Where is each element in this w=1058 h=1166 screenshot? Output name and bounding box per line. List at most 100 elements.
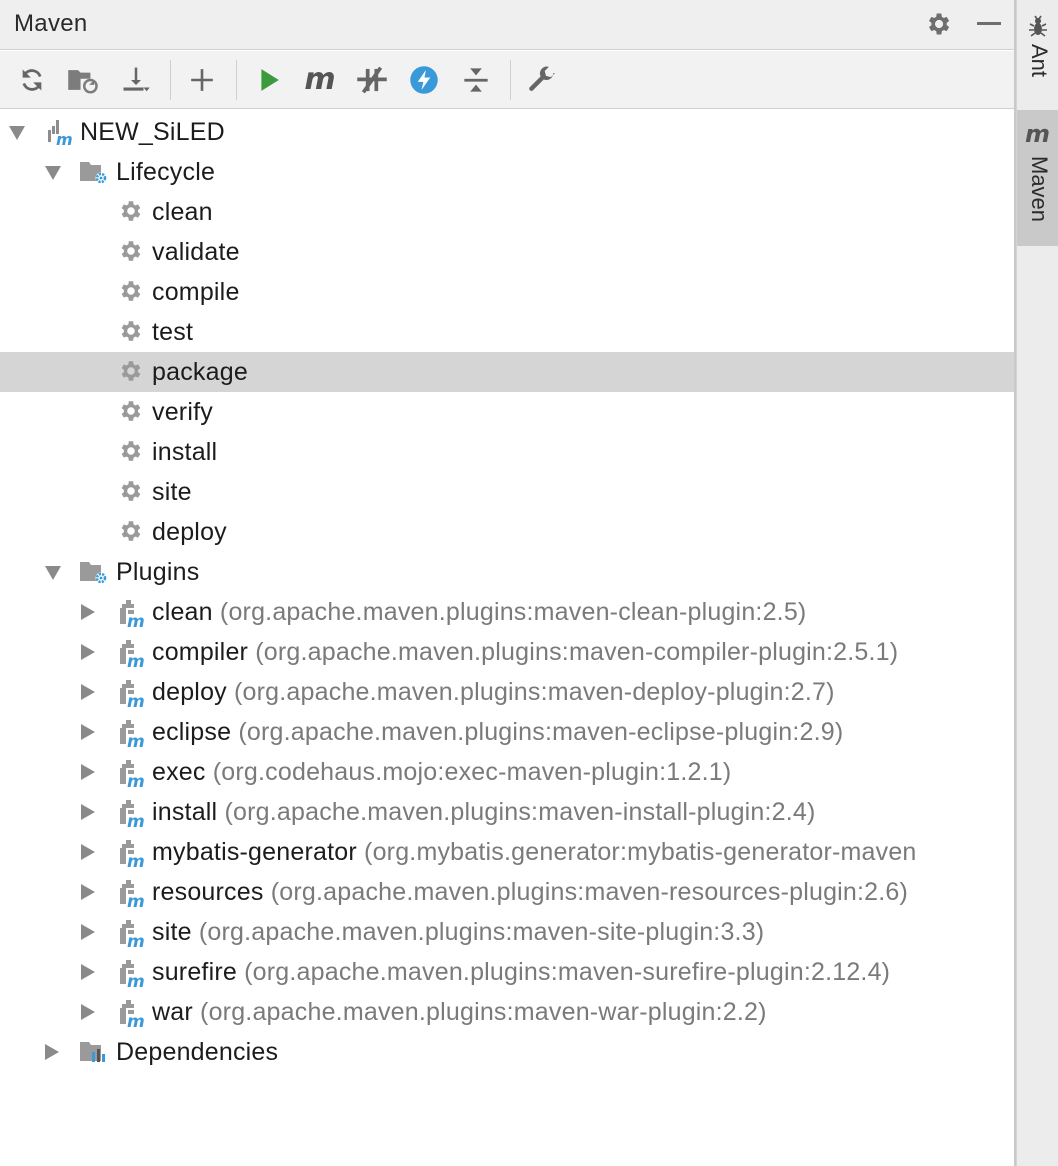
tree-item-label: install (org.apache.maven.plugins:maven-… [152, 798, 816, 826]
minimize-icon[interactable] [977, 22, 1001, 25]
lifecycle-goal-site[interactable]: site [0, 472, 1014, 512]
tree-item-label: mybatis-generator (org.mybatis.generator… [152, 838, 917, 866]
strip-tab-ant[interactable]: Ant [1017, 0, 1058, 88]
dependencies-folder-icon [79, 1038, 107, 1066]
plugin-resources[interactable]: m resources (org.apache.maven.plugins:mav… [0, 872, 1014, 912]
maven-tool-window: Maven m m NEW_SiLED Lifecycle clean vali… [0, 0, 1016, 1166]
svg-text:m: m [127, 1012, 145, 1028]
tree-item-label: deploy [152, 518, 227, 546]
expand-arrow-right-icon[interactable] [81, 1004, 95, 1020]
svg-text:m: m [127, 732, 145, 748]
tree-item-label: verify [152, 398, 213, 426]
tree-item-label: deploy (org.apache.maven.plugins:maven-d… [152, 678, 835, 706]
lifecycle-goal-compile[interactable]: compile [0, 272, 1014, 312]
svg-text:m: m [127, 692, 145, 708]
expand-arrow-right-icon[interactable] [81, 884, 95, 900]
gear-icon [117, 318, 145, 346]
plugin-eclipse[interactable]: m eclipse (org.apache.maven.plugins:maven… [0, 712, 1014, 752]
offline-mode-icon[interactable] [407, 63, 441, 97]
plugin-coordinates: (org.apache.maven.plugins:maven-install-… [224, 798, 816, 826]
plugin-surefire[interactable]: m surefire (org.apache.maven.plugins:mave… [0, 952, 1014, 992]
collapse-all-icon[interactable] [459, 63, 493, 97]
tree-node-lifecycle[interactable]: Lifecycle [0, 152, 1014, 192]
run-icon[interactable] [252, 63, 286, 97]
plugin-deploy[interactable]: m deploy (org.apache.maven.plugins:maven-… [0, 672, 1014, 712]
plugin-compiler[interactable]: m compiler (org.apache.maven.plugins:mave… [0, 632, 1014, 672]
plugins-folder-icon [79, 558, 107, 586]
gear-icon [117, 438, 145, 466]
gear-icon [117, 518, 145, 546]
plugin-clean[interactable]: m clean (org.apache.maven.plugins:maven-c… [0, 592, 1014, 632]
add-icon[interactable] [185, 63, 219, 97]
expand-arrow-right-icon[interactable] [81, 924, 95, 940]
tree-item-label: resources (org.apache.maven.plugins:mave… [152, 878, 909, 906]
expand-arrow-down-icon[interactable] [9, 126, 25, 140]
skip-tests-icon[interactable] [355, 63, 389, 97]
strip-tab-maven-label: Maven [1027, 156, 1052, 223]
lifecycle-goal-test[interactable]: test [0, 312, 1014, 352]
plugin-coordinates: (org.apache.maven.plugins:maven-compiler… [255, 638, 899, 666]
svg-text:m: m [127, 932, 145, 948]
execute-goal-icon[interactable]: m [303, 63, 337, 97]
expand-arrow-right-icon[interactable] [81, 724, 95, 740]
plugin-coordinates: (org.codehaus.mojo:exec-maven-plugin:1.2… [212, 758, 732, 786]
lifecycle-goal-clean[interactable]: clean [0, 192, 1014, 232]
download-icon[interactable] [119, 63, 153, 97]
plugin-coordinates: (org.mybatis.generator:mybatis-generator… [364, 838, 917, 866]
lifecycle-goal-validate[interactable]: validate [0, 232, 1014, 272]
reload-all-icon[interactable] [15, 63, 49, 97]
lifecycle-goal-install[interactable]: install [0, 432, 1014, 472]
right-tool-strip: Ant m Maven [1016, 0, 1058, 1166]
expand-arrow-right-icon[interactable] [81, 964, 95, 980]
tree-item-label: Plugins [116, 558, 200, 586]
tree-node-plugins[interactable]: Plugins [0, 552, 1014, 592]
svg-text:m: m [127, 892, 145, 908]
expand-arrow-right-icon[interactable] [81, 684, 95, 700]
expand-arrow-down-icon[interactable] [45, 166, 61, 180]
svg-text:m: m [127, 652, 145, 668]
gear-icon [117, 478, 145, 506]
tree-item-label: exec (org.codehaus.mojo:exec-maven-plugi… [152, 758, 732, 786]
tree-item-label: validate [152, 238, 240, 266]
expand-arrow-right-icon[interactable] [81, 804, 95, 820]
settings-gear-icon[interactable] [924, 10, 952, 38]
lifecycle-folder-icon [79, 158, 107, 186]
lifecycle-goal-deploy[interactable]: deploy [0, 512, 1014, 552]
plugin-war[interactable]: m war (org.apache.maven.plugins:maven-war… [0, 992, 1014, 1032]
expand-arrow-right-icon[interactable] [81, 604, 95, 620]
tree-node-dependencies[interactable]: Dependencies [0, 1032, 1014, 1072]
maven-m-icon: m [1025, 120, 1051, 148]
lifecycle-goal-package[interactable]: package [0, 352, 1014, 392]
settings-wrench-icon[interactable] [525, 63, 559, 97]
tree-item-label: compile [152, 278, 240, 306]
plugin-coordinates: (org.apache.maven.plugins:maven-deploy-p… [234, 678, 835, 706]
tree-item-label: Dependencies [116, 1038, 279, 1066]
tree-item-label: install [152, 438, 218, 466]
maven-plugin-icon: m [116, 958, 145, 992]
tree-node-project[interactable]: m NEW_SiLED [0, 112, 1014, 152]
strip-tab-ant-label: Ant [1027, 44, 1052, 78]
expand-arrow-right-icon[interactable] [81, 844, 95, 860]
expand-arrow-right-icon[interactable] [81, 644, 95, 660]
ant-icon [1026, 14, 1050, 38]
plugin-install[interactable]: m install (org.apache.maven.plugins:maven… [0, 792, 1014, 832]
expand-arrow-right-icon[interactable] [45, 1044, 59, 1060]
svg-text:m: m [56, 130, 73, 146]
plugin-coordinates: (org.apache.maven.plugins:maven-clean-pl… [219, 598, 807, 626]
plugin-coordinates: (org.apache.maven.plugins:maven-site-plu… [198, 918, 765, 946]
maven-project-icon: m [46, 118, 74, 149]
maven-plugin-icon: m [116, 598, 145, 632]
svg-text:m: m [127, 612, 145, 628]
gear-icon [117, 278, 145, 306]
strip-tab-maven[interactable]: m Maven [1017, 110, 1058, 246]
generate-sources-icon[interactable] [66, 63, 100, 97]
expand-arrow-right-icon[interactable] [81, 764, 95, 780]
expand-arrow-down-icon[interactable] [45, 566, 61, 580]
plugin-site[interactable]: m site (org.apache.maven.plugins:maven-si… [0, 912, 1014, 952]
tree-item-label: test [152, 318, 194, 346]
lifecycle-goal-verify[interactable]: verify [0, 392, 1014, 432]
gear-icon [117, 198, 145, 226]
plugin-mybatis-generator[interactable]: m mybatis-generator (org.mybatis.generato… [0, 832, 1014, 872]
plugin-coordinates: (org.apache.maven.plugins:maven-eclipse-… [238, 718, 844, 746]
plugin-exec[interactable]: m exec (org.codehaus.mojo:exec-maven-plug… [0, 752, 1014, 792]
